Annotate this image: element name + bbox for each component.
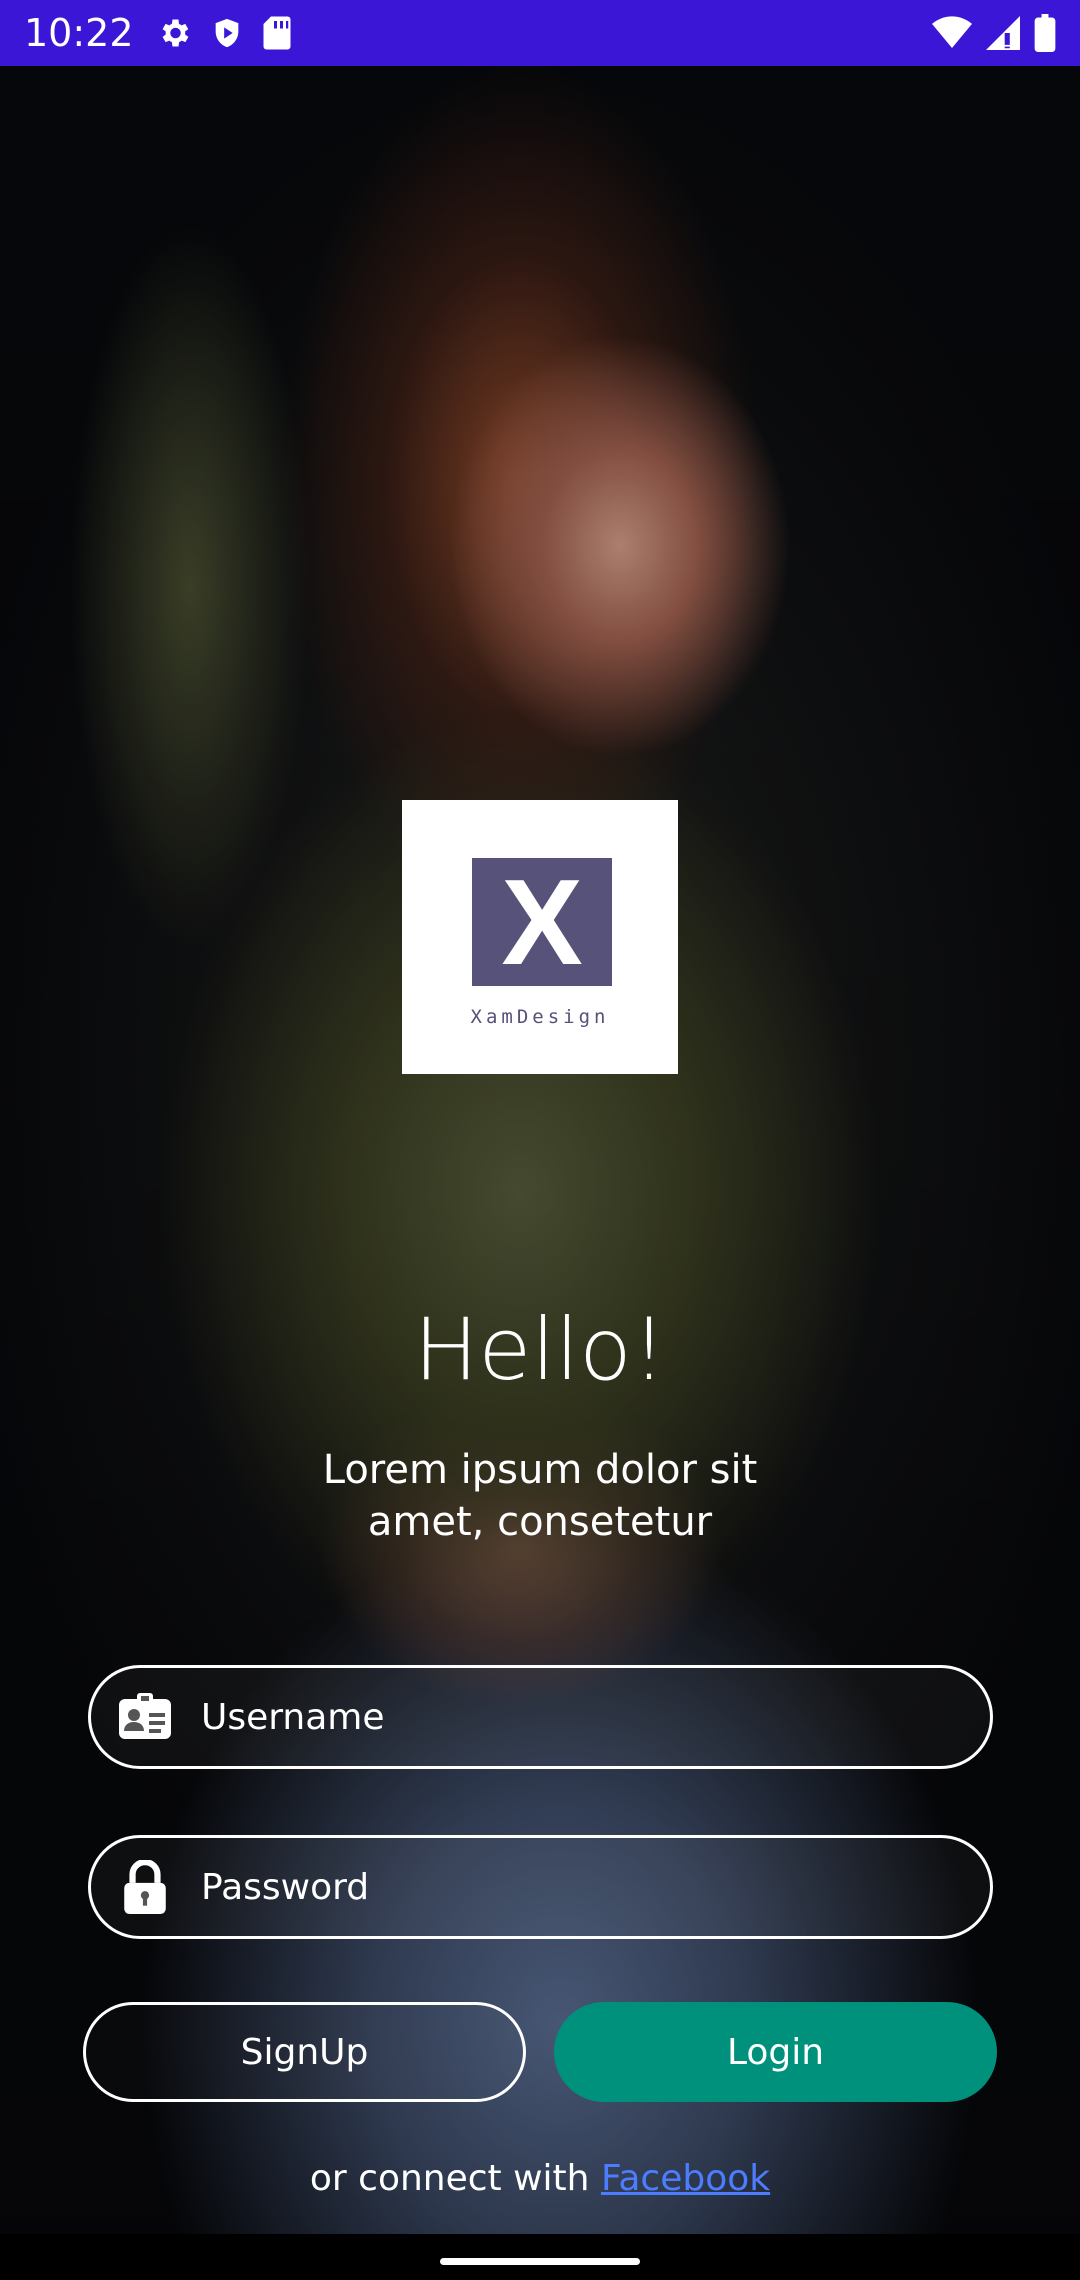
connect-label: or connect with xyxy=(309,2158,590,2199)
home-indicator[interactable] xyxy=(440,2258,640,2265)
lock-icon xyxy=(115,1857,175,1917)
app-logo: X XamDesign xyxy=(402,800,678,1074)
cell-signal-icon xyxy=(986,16,1020,50)
greeting-title: Hello! xyxy=(413,1300,667,1400)
status-bar: 10:22 xyxy=(0,0,1080,66)
username-field[interactable] xyxy=(88,1665,993,1769)
status-notification-icons xyxy=(156,15,292,51)
sd-card-icon xyxy=(262,15,292,51)
status-system-icons xyxy=(932,14,1056,52)
gear-icon xyxy=(156,15,192,51)
username-input[interactable] xyxy=(201,1668,990,1766)
logo-mark: X xyxy=(472,858,612,986)
shield-play-icon xyxy=(210,15,244,51)
password-field[interactable] xyxy=(88,1835,993,1939)
password-input[interactable] xyxy=(201,1838,990,1936)
battery-icon xyxy=(1034,14,1056,52)
social-connect-text: or connect with Facebook xyxy=(0,2158,1080,2199)
facebook-link[interactable]: Facebook xyxy=(601,2158,770,2199)
navigation-bar xyxy=(0,2234,1080,2280)
id-card-icon xyxy=(115,1687,175,1747)
logo-caption: XamDesign xyxy=(470,1006,610,1028)
signup-button[interactable]: SignUp xyxy=(83,2002,526,2102)
wifi-icon xyxy=(932,16,972,50)
login-button[interactable]: Login xyxy=(554,2002,997,2102)
status-time: 10:22 xyxy=(24,11,134,55)
greeting-subtitle: Lorem ipsum dolor sit amet, consetetur xyxy=(322,1447,758,1545)
login-screen: 10:22 X XamDesign Hello! Lorem ipsum dol… xyxy=(0,0,1080,2280)
